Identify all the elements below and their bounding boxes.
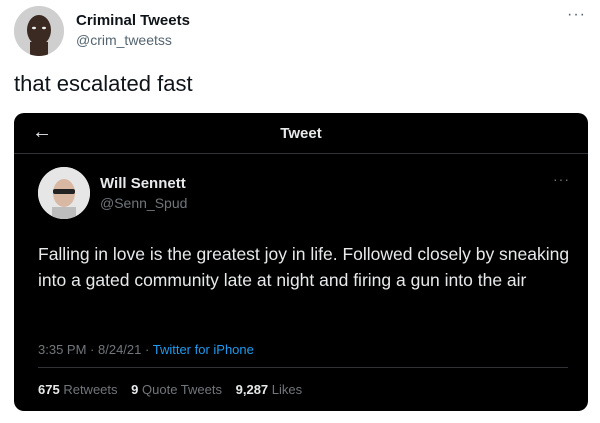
quote-tweets-count: 9 <box>131 382 139 397</box>
likes-count: 9,287 <box>235 382 269 397</box>
avatar-image <box>38 167 90 219</box>
author-name[interactable]: Will Sennett <box>100 175 186 192</box>
avatar[interactable] <box>14 6 64 56</box>
retweets-count: 675 <box>38 382 60 397</box>
avatar[interactable] <box>38 167 90 219</box>
tweet-time: 3:35 PM <box>38 342 87 357</box>
embedded-tweet: ← Tweet Will Sennett @Senn_Spud ··· Fall… <box>14 113 588 411</box>
quote-tweets-label: Quote Tweets <box>142 382 222 397</box>
embedded-tweet-topbar: ← Tweet <box>14 113 588 154</box>
likes-stat[interactable]: 9,287 Likes <box>236 382 303 397</box>
tweet-text: that escalated fast <box>14 71 193 96</box>
page-title: Tweet <box>280 125 322 142</box>
retweets-label: Retweets <box>63 382 118 397</box>
author-handle[interactable]: @Senn_Spud <box>100 195 187 211</box>
outer-tweet-header: Criminal Tweets @crim_tweetss ··· <box>14 6 586 56</box>
separator: · <box>145 342 153 357</box>
tweet-source-link[interactable]: Twitter for iPhone <box>153 342 254 357</box>
tweet-meta: 3:35 PM · 8/24/21 · Twitter for iPhone <box>38 342 254 357</box>
divider <box>38 367 568 368</box>
retweets-stat[interactable]: 675 Retweets <box>38 382 121 397</box>
tweet-date: 8/24/21 <box>98 342 142 357</box>
tweet-stats: 675 Retweets 9 Quote Tweets 9,287 Likes <box>38 382 312 397</box>
avatar-image <box>14 6 64 56</box>
likes-label: Likes <box>271 382 303 397</box>
more-horizontal-icon[interactable]: ··· <box>553 171 570 187</box>
tweet-text: Falling in love is the greatest joy in l… <box>38 244 570 290</box>
separator: · <box>90 342 98 357</box>
author-handle[interactable]: @crim_tweetss <box>76 32 172 48</box>
more-horizontal-icon[interactable]: ··· <box>567 6 586 24</box>
author-name[interactable]: Criminal Tweets <box>76 12 190 29</box>
quote-tweets-stat[interactable]: 9 Quote Tweets <box>131 382 225 397</box>
